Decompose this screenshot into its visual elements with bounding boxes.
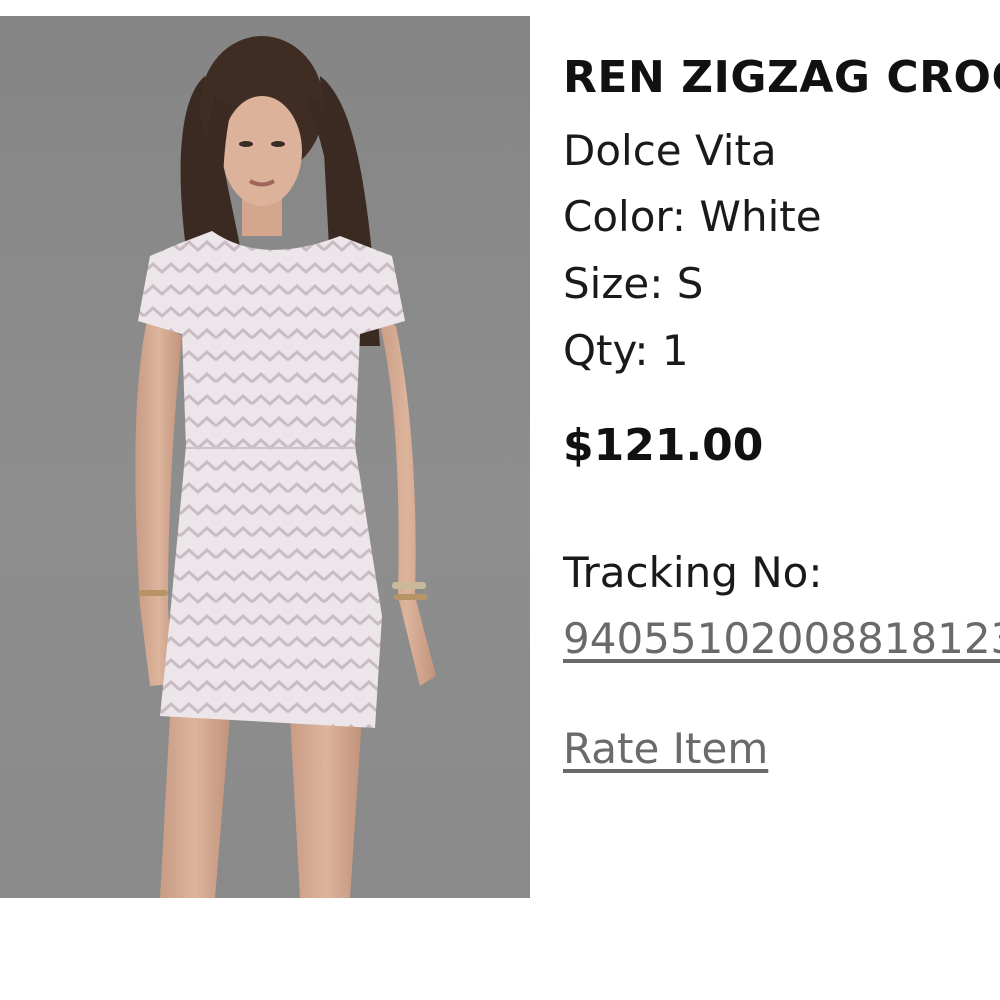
rate-item-link[interactable]: Rate Item [563, 724, 768, 773]
product-size: Size: S [563, 259, 704, 308]
product-color: Color: White [563, 192, 822, 241]
product-title[interactable]: REN ZIGZAG CROCHET DRESS [563, 52, 1000, 103]
order-item-details: REN ZIGZAG CROCHET DRESS Dolce Vita Colo… [563, 0, 1000, 1000]
product-image[interactable] [0, 16, 530, 898]
product-brand: Dolce Vita [563, 126, 777, 175]
product-price: $121.00 [563, 420, 764, 471]
order-item-view: REN ZIGZAG CROCHET DRESS Dolce Vita Colo… [0, 0, 1000, 1000]
model-photo-illustration [135, 36, 436, 898]
product-quantity: Qty: 1 [563, 326, 689, 375]
tracking-number-link[interactable]: 9405510200881812345678 [563, 614, 1000, 663]
tracking-label: Tracking No: [563, 548, 823, 597]
